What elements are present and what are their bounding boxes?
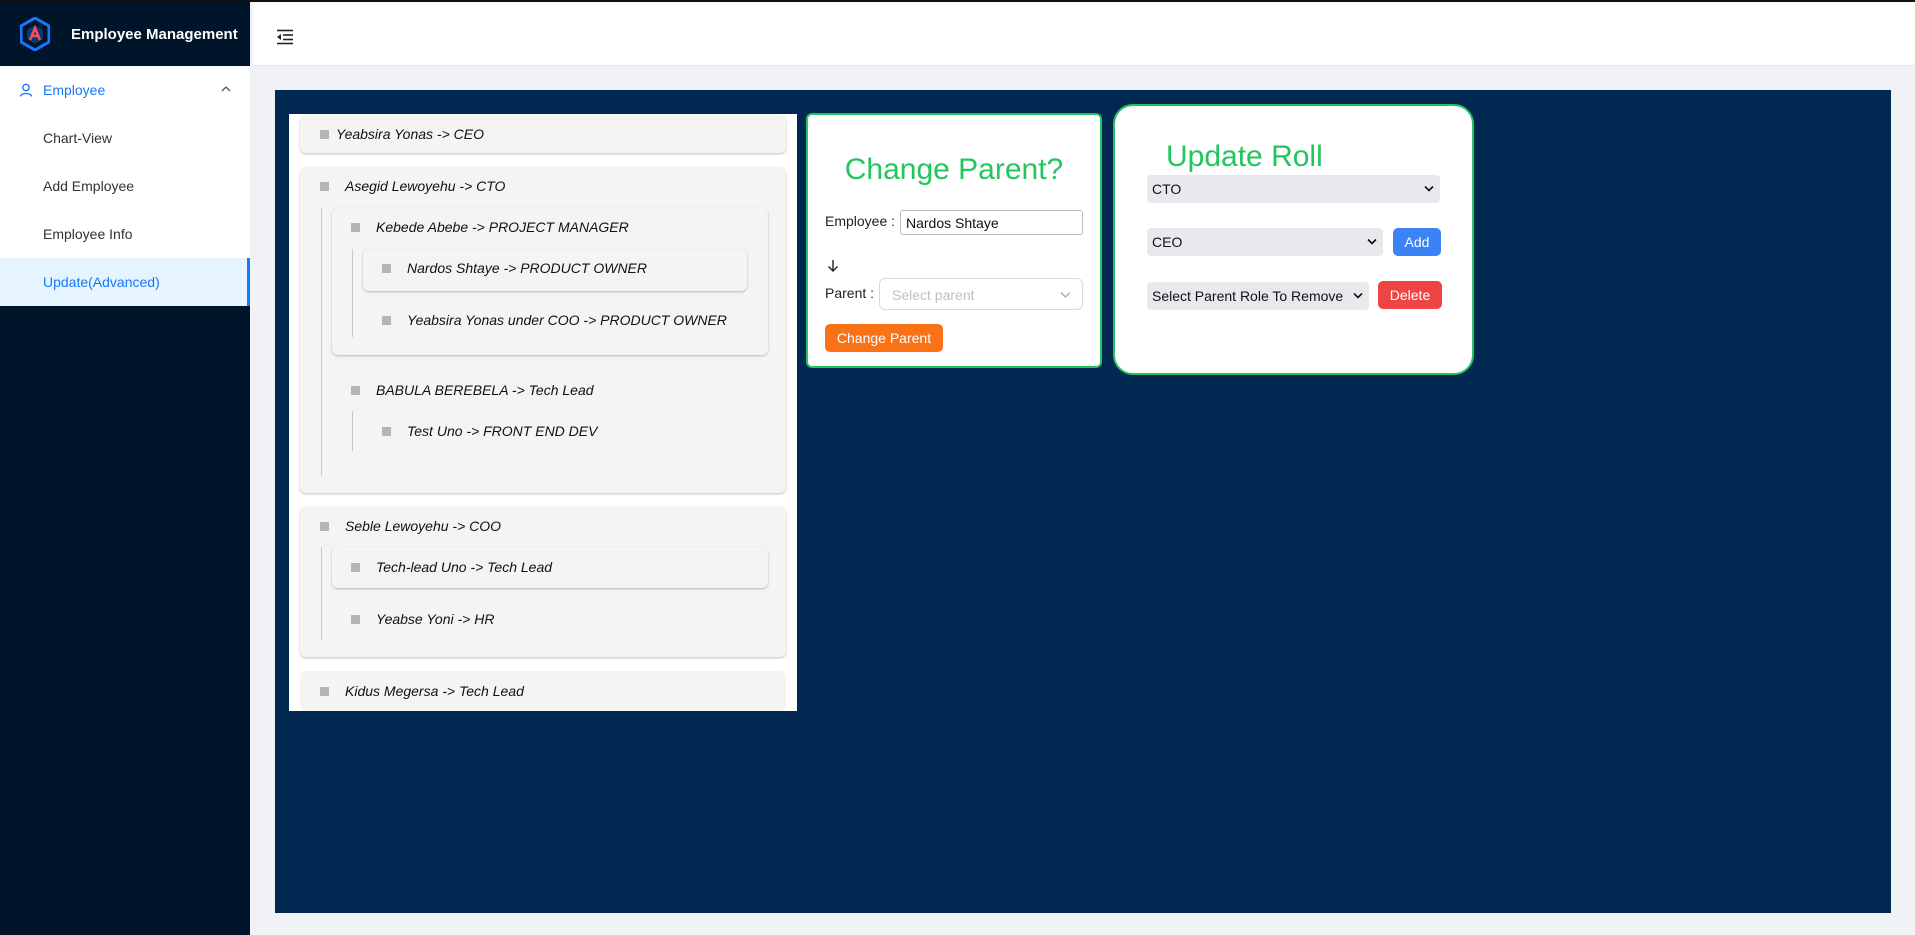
add-role-button[interactable]: Add: [1393, 228, 1441, 256]
parent-role-select[interactable]: CEO: [1147, 228, 1383, 256]
tree-connector: [352, 411, 353, 451]
arrow-down-icon: [828, 260, 838, 272]
tree-node-label: Yeabsira Yonas under COO -> PRODUCT OWNE…: [407, 312, 727, 328]
sidebar-item-update-advanced[interactable]: Update(Advanced): [0, 258, 250, 306]
bullet-square-icon: [351, 562, 360, 572]
role-select-value: CTO: [1152, 181, 1182, 197]
bullet-square-icon: [351, 222, 360, 232]
app-logo-icon: [20, 17, 50, 51]
tree-node-label: Tech-lead Uno -> Tech Lead: [376, 559, 553, 575]
tree-node-label: Kebede Abebe -> PROJECT MANAGER: [376, 219, 629, 235]
tree-row[interactable]: Kidus Megersa -> Tech Lead: [320, 681, 524, 701]
bullet-square-icon: [351, 385, 360, 395]
tree-row[interactable]: Test Uno -> FRONT END DEV: [382, 421, 597, 441]
sidebar-item-chart-view[interactable]: Chart-View: [0, 114, 250, 162]
tree-node-label: Test Uno -> FRONT END DEV: [407, 423, 598, 439]
sidebar-item-add-employee[interactable]: Add Employee: [0, 162, 250, 210]
tree-node-label: Kidus Megersa -> Tech Lead: [345, 683, 524, 699]
bullet-square-icon: [382, 263, 391, 273]
tree-node-label: Yeabse Yoni -> HR: [376, 611, 495, 627]
app-title: Employee Management: [71, 25, 238, 43]
chevron-down-icon: [1367, 238, 1377, 245]
tree-row[interactable]: Kebede Abebe -> PROJECT MANAGER: [351, 217, 629, 237]
sidebar-item-label: Add Employee: [43, 178, 135, 194]
parent-select[interactable]: Select parent: [879, 278, 1083, 310]
tree-row[interactable]: BABULA BEREBELA -> Tech Lead: [351, 380, 594, 400]
bullet-square-icon: [351, 614, 360, 624]
tree-node-label: Asegid Lewoyehu -> CTO: [345, 178, 506, 194]
main-content: Yeabsira Yonas -> CEO Asegid Lewoyehu ->…: [275, 90, 1891, 913]
update-roll-title: Update Roll: [1166, 140, 1323, 173]
parent-role-select-value: CEO: [1152, 234, 1183, 250]
tree-node-label: Nardos Shtaye -> PRODUCT OWNER: [407, 260, 647, 276]
sidebar-menu: Employee Chart-View Add Employee Employe…: [0, 66, 250, 306]
tree-node-label: BABULA BEREBELA -> Tech Lead: [376, 382, 594, 398]
role-select[interactable]: CTO: [1147, 175, 1440, 203]
top-header: [253, 2, 1915, 66]
parent-label-text: Parent: [825, 285, 867, 301]
update-roll-card: Update Roll CTO CEO Add Select Parent Ro…: [1113, 104, 1474, 375]
tree-connector: [321, 547, 322, 640]
change-parent-button[interactable]: Change Parent: [825, 324, 943, 352]
chevron-down-icon: [1060, 292, 1071, 298]
parent-select-placeholder: Select parent: [892, 287, 975, 303]
employee-input[interactable]: [900, 210, 1083, 235]
tree-row[interactable]: Asegid Lewoyehu -> CTO: [320, 176, 505, 196]
bullet-square-icon: [320, 181, 329, 191]
bullet-square-icon: [320, 521, 329, 531]
tree-row[interactable]: Nardos Shtaye -> PRODUCT OWNER: [382, 258, 647, 278]
tree-row[interactable]: Yeabsira Yonas -> CEO: [320, 124, 484, 144]
chevron-up-icon: [221, 86, 231, 92]
bullet-square-icon: [320, 129, 329, 139]
parent-label: Parent :: [825, 285, 875, 301]
user-icon: [19, 83, 33, 97]
tree-row[interactable]: Tech-lead Uno -> Tech Lead: [351, 557, 552, 577]
employee-label-text: Employee: [825, 213, 888, 229]
menu-fold-icon[interactable]: [276, 29, 294, 45]
tree-row[interactable]: Yeabse Yoni -> HR: [351, 609, 494, 629]
remove-parent-role-select[interactable]: Select Parent Role To Remove: [1147, 282, 1369, 310]
bullet-square-icon: [382, 426, 391, 436]
bullet-square-icon: [320, 686, 329, 696]
chevron-down-icon: [1424, 185, 1434, 192]
tree-row[interactable]: Yeabsira Yonas under COO -> PRODUCT OWNE…: [382, 310, 727, 330]
remove-parent-role-select-value: Select Parent Role To Remove: [1152, 288, 1344, 304]
menu-group-label: Employee: [43, 82, 106, 98]
change-parent-title: Change Parent?: [844, 153, 1064, 186]
logo-bar: Employee Management: [0, 2, 250, 66]
sidebar-item-label: Chart-View: [43, 130, 112, 146]
sidebar-item-label: Employee Info: [43, 226, 133, 242]
tree-connector: [321, 208, 322, 476]
tree-connector: [352, 249, 353, 337]
menu-group-employee[interactable]: Employee: [0, 66, 250, 114]
org-tree: Yeabsira Yonas -> CEO Asegid Lewoyehu ->…: [289, 114, 797, 711]
delete-role-button[interactable]: Delete: [1378, 281, 1442, 309]
sidebar-item-employee-info[interactable]: Employee Info: [0, 210, 250, 258]
tree-node-label: Yeabsira Yonas -> CEO: [336, 126, 484, 142]
employee-label: Employee :: [825, 213, 896, 229]
sidebar-item-label: Update(Advanced): [43, 274, 160, 290]
tree-row[interactable]: Seble Lewoyehu -> COO: [320, 516, 501, 536]
sidebar: Employee Management Employee Chart-View …: [0, 2, 250, 935]
bullet-square-icon: [382, 315, 391, 325]
change-parent-card: Change Parent? Employee : Parent : Selec…: [806, 113, 1102, 368]
tree-node-label: Seble Lewoyehu -> COO: [345, 518, 502, 534]
chevron-down-icon: [1353, 292, 1363, 299]
